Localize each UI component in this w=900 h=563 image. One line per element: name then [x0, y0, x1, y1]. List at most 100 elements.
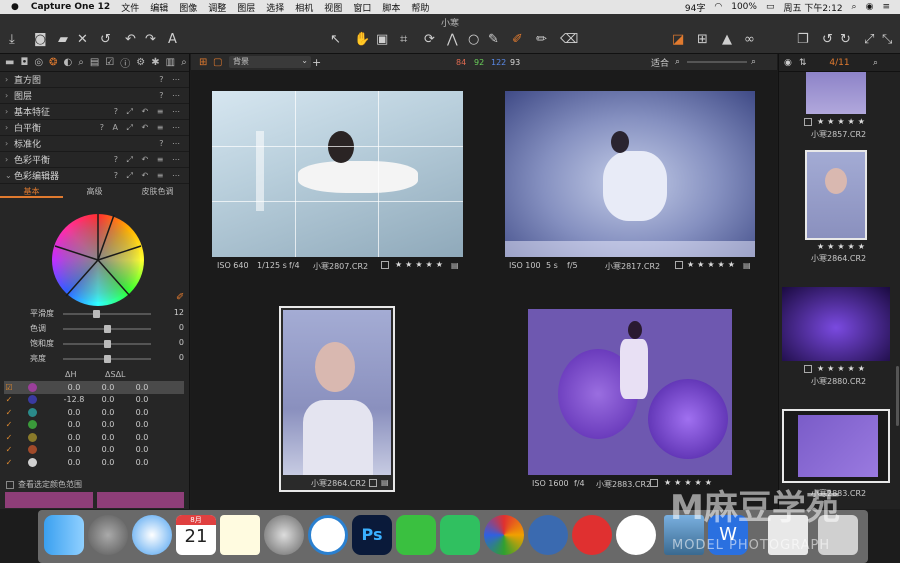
- enable-checkbox[interactable]: ✓: [4, 445, 14, 454]
- slider-value[interactable]: 12: [174, 308, 184, 317]
- filmstrip-checkbox[interactable]: [804, 365, 812, 373]
- show-range-checkbox[interactable]: [6, 480, 14, 489]
- weibo-app-icon[interactable]: [616, 515, 656, 555]
- menu-view[interactable]: 视图: [324, 1, 342, 14]
- grid-view-icon[interactable]: ⊞: [199, 57, 207, 68]
- search-icon[interactable]: ⌕: [852, 2, 857, 12]
- lightness-slider[interactable]: 亮度 0: [0, 351, 190, 365]
- picker-tool-icon[interactable]: ✎: [488, 33, 499, 47]
- warning-icon[interactable]: ▲: [722, 33, 732, 47]
- slider-value[interactable]: 0: [179, 323, 184, 332]
- calendar-icon[interactable]: 8月 21: [176, 515, 216, 555]
- lens-tab-icon[interactable]: ◎: [34, 57, 43, 68]
- color-range-row[interactable]: ✓ 0.0 0.0 0.0: [4, 444, 184, 457]
- details-tab-icon[interactable]: ⌕: [78, 57, 84, 68]
- filmstrip-checkbox[interactable]: [804, 118, 812, 126]
- color-swatch-after[interactable]: [97, 492, 184, 508]
- color-tab-icon[interactable]: ❂: [49, 57, 57, 68]
- fullscreen-icon[interactable]: ⤡: [882, 33, 892, 47]
- single-view-icon[interactable]: ▢: [213, 57, 222, 68]
- undo-icon[interactable]: ↶: [125, 33, 136, 47]
- spot-tool-icon[interactable]: ○: [468, 33, 479, 47]
- color-range-row[interactable]: ☑ 0.0 0.0 0.0: [4, 381, 184, 394]
- color-picker-icon[interactable]: ✐: [512, 33, 523, 47]
- thumbnail-image[interactable]: [505, 91, 755, 257]
- keystone-tool-icon[interactable]: ⋀: [447, 33, 458, 47]
- user-icon[interactable]: ◉: [866, 2, 874, 12]
- cursor-tool-icon[interactable]: ↖: [330, 33, 341, 47]
- safari-icon[interactable]: [132, 515, 172, 555]
- rocket-app-icon[interactable]: [528, 515, 568, 555]
- thumb-menu-icon[interactable]: ▤: [451, 261, 459, 270]
- tool-actions[interactable]: ? A ⤢ ↶ ≡ ⋯: [100, 123, 189, 133]
- folder-icon[interactable]: ▰: [58, 33, 68, 47]
- tool-actions[interactable]: ? ⤢ ↶ ≡ ⋯: [114, 155, 189, 165]
- slider-value[interactable]: 0: [179, 338, 184, 347]
- color-range-row[interactable]: ✓ -12.8 0.0 0.0: [4, 394, 184, 407]
- tool-basic[interactable]: › 基本特征 ? ⤢ ↶ ≡ ⋯: [0, 104, 189, 120]
- filmstrip-thumb[interactable]: [782, 287, 890, 361]
- filmstrip-rating[interactable]: ★★★★★: [817, 242, 868, 251]
- loupe-tool-icon[interactable]: ▣: [376, 33, 388, 47]
- hue-slider[interactable]: 色调 0: [0, 321, 190, 335]
- adjust-tab-icon[interactable]: ☑: [105, 57, 114, 68]
- slider-track[interactable]: [63, 355, 151, 363]
- add-icon[interactable]: +: [312, 56, 321, 69]
- output-tab-icon[interactable]: ⚙: [136, 57, 145, 68]
- enable-checkbox[interactable]: ✓: [4, 408, 14, 417]
- brush-tool-icon[interactable]: ✏: [536, 33, 547, 47]
- filmstrip-rating[interactable]: ★★★★★: [817, 364, 868, 373]
- app-menu[interactable]: Capture One 12: [31, 2, 110, 12]
- zoom-fit-label[interactable]: 适合: [651, 56, 669, 69]
- tool-actions[interactable]: ? ⤢ ↶ ≡ ⋯: [114, 107, 189, 117]
- library-tab-icon[interactable]: ▬: [5, 57, 14, 68]
- redo-icon[interactable]: ↷: [145, 33, 156, 47]
- exposure-tab-icon[interactable]: ◐: [64, 57, 73, 68]
- thumb-menu-icon[interactable]: ▤: [743, 261, 751, 270]
- filmstrip-thumb-active[interactable]: [782, 409, 890, 483]
- menu-layers[interactable]: 图层: [237, 1, 255, 14]
- slider-knob[interactable]: [104, 340, 111, 348]
- tab-basic[interactable]: 基本: [0, 184, 63, 198]
- zoom-out-icon[interactable]: ⌕: [675, 57, 680, 67]
- tool-actions[interactable]: ? ⤢ ↶ ≡ ⋯: [114, 171, 189, 181]
- clock[interactable]: 周五 下午2:12: [783, 1, 842, 14]
- color-range-row[interactable]: ✓ 0.0 0.0 0.0: [4, 419, 184, 432]
- tool-actions[interactable]: ? ⋯: [159, 91, 189, 100]
- slider-value[interactable]: 0: [179, 353, 184, 362]
- list-icon[interactable]: ≡: [882, 2, 890, 12]
- copy-adjust-icon[interactable]: ❐: [797, 33, 809, 47]
- pan-tool-icon[interactable]: ✋: [354, 33, 370, 47]
- color-range-row[interactable]: ✓ 0.0 0.0 0.0: [4, 406, 184, 419]
- tool-histogram[interactable]: › 直方图 ? ⋯: [0, 72, 189, 88]
- close-icon[interactable]: ✕: [77, 33, 88, 47]
- style-select[interactable]: 背景 ⌄: [229, 56, 311, 68]
- slider-track[interactable]: [63, 310, 151, 318]
- reset-icon[interactable]: ↺: [100, 33, 111, 47]
- color-wheel[interactable]: [52, 214, 144, 306]
- proof-icon[interactable]: ∞: [744, 33, 755, 47]
- menu-file[interactable]: 文件: [121, 1, 139, 14]
- crop-tool-icon[interactable]: ⌗: [400, 33, 407, 47]
- thumb-rating[interactable]: ★★★★★: [687, 260, 738, 269]
- system-preferences-icon[interactable]: [264, 515, 304, 555]
- camera-icon[interactable]: ◙: [34, 33, 47, 47]
- photoshop-icon[interactable]: Ps: [352, 515, 392, 555]
- local-tab-icon[interactable]: ▤: [90, 57, 99, 68]
- eyedropper-icon[interactable]: ✐: [176, 292, 184, 303]
- tool-actions[interactable]: ? ⋯: [159, 139, 189, 148]
- color-range-row[interactable]: ✓ 0.0 0.0 0.0: [4, 431, 184, 444]
- thumbnail-image[interactable]: [528, 309, 732, 475]
- slider-track[interactable]: [63, 340, 151, 348]
- show-range-option[interactable]: 查看选定颜色范围: [6, 479, 82, 490]
- menu-window[interactable]: 窗口: [353, 1, 371, 14]
- styles-tab-icon[interactable]: ▥: [166, 57, 175, 68]
- search-icon[interactable]: ⌕: [873, 58, 878, 68]
- 1password-icon[interactable]: [308, 515, 348, 555]
- apple-icon[interactable]: ●: [11, 2, 19, 12]
- tool-layers[interactable]: › 图层 ? ⋯: [0, 88, 189, 104]
- sort-icon[interactable]: ⇅: [799, 58, 807, 68]
- tab-advanced[interactable]: 高级: [63, 184, 126, 198]
- tool-color-editor[interactable]: ⌄ 色彩编辑器 ? ⤢ ↶ ≡ ⋯: [0, 168, 189, 184]
- grid-icon[interactable]: ⊞: [697, 33, 708, 47]
